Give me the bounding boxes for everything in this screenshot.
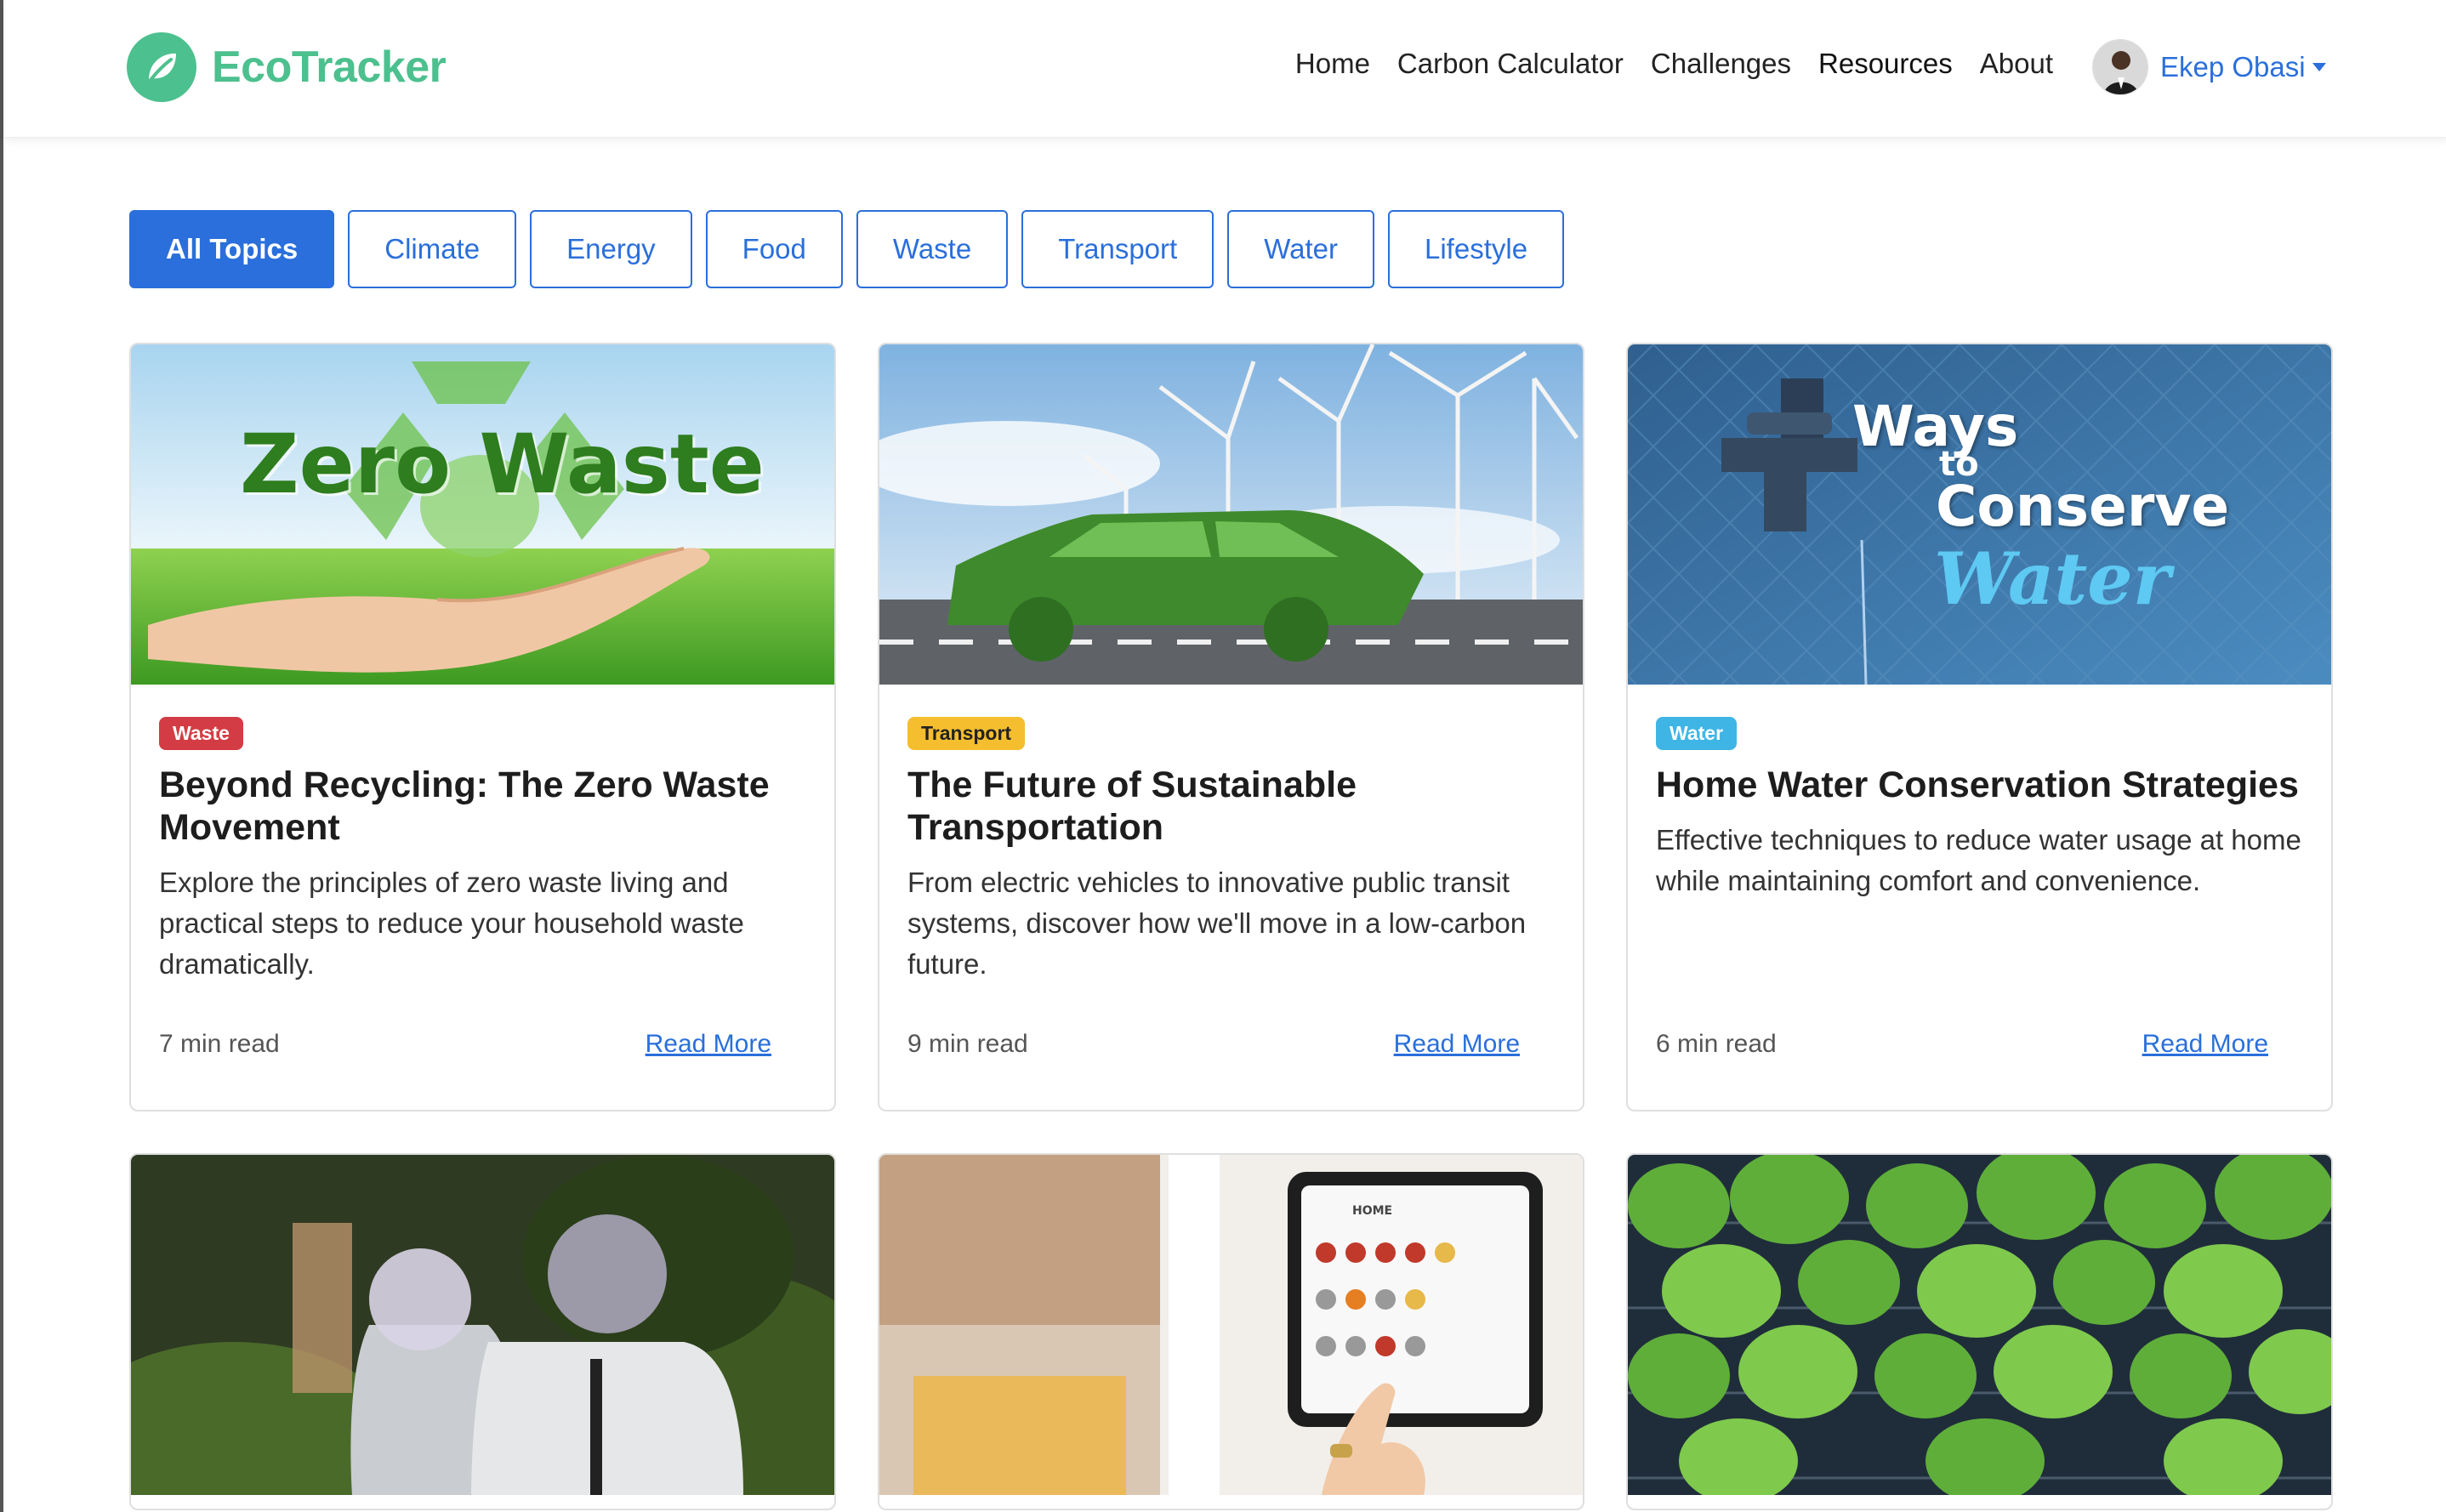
brand-logo-link[interactable]: EcoTracker bbox=[127, 32, 447, 102]
leaf-icon bbox=[127, 32, 196, 102]
article-description: From electric vehicles to innovative pub… bbox=[907, 867, 1527, 980]
read-time: 7 min read bbox=[159, 1030, 280, 1058]
filter-water[interactable]: Water bbox=[1227, 210, 1374, 288]
top-navbar: EcoTracker Home Carbon Calculator Challe… bbox=[3, 0, 2446, 138]
read-more-link[interactable]: Read More bbox=[2142, 1030, 2268, 1059]
article-card-zero-waste: Zero Waste Waste Beyond Recycling: The Z… bbox=[129, 343, 836, 1111]
card-footer: 6 min read Read More bbox=[1656, 1030, 2268, 1059]
green-car-wind-turbines-image bbox=[879, 344, 1583, 685]
water-tap-image: Ways to Conserve Water bbox=[1628, 344, 2331, 685]
user-name: Ekep Obasi bbox=[2160, 51, 2306, 82]
card-footer: 9 min read Read More bbox=[907, 1030, 1520, 1059]
zero-waste-image-text: Zero Waste bbox=[240, 417, 765, 512]
nav-challenges[interactable]: Challenges bbox=[1651, 48, 1791, 80]
article-title[interactable]: The Future of Sustainable Transportation bbox=[907, 764, 1555, 849]
vertical-garden-image bbox=[1628, 1155, 2331, 1495]
read-time: 6 min read bbox=[1656, 1030, 1777, 1058]
article-description: Explore the principles of zero waste liv… bbox=[159, 867, 744, 980]
topic-filters: All Topics Climate Energy Food Waste Tra… bbox=[129, 210, 1565, 288]
filter-energy[interactable]: Energy bbox=[530, 210, 692, 288]
nav-resources[interactable]: Resources bbox=[1818, 48, 1953, 80]
filter-waste[interactable]: Waste bbox=[856, 210, 1009, 288]
brand-name: EcoTracker bbox=[212, 43, 447, 92]
avatar bbox=[2092, 39, 2148, 95]
main-nav: Home Carbon Calculator Challenges Resour… bbox=[1295, 48, 2053, 80]
chevron-down-icon bbox=[2312, 63, 2326, 71]
nav-about[interactable]: About bbox=[1980, 48, 2053, 80]
article-title[interactable]: Home Water Conservation Strategies bbox=[1656, 764, 2303, 806]
zero-waste-image: Zero Waste bbox=[131, 344, 834, 685]
card-footer: 7 min read Read More bbox=[159, 1030, 771, 1059]
article-card-water-conservation: Ways to Conserve Water Water Home Water … bbox=[1626, 343, 2333, 1111]
read-more-link[interactable]: Read More bbox=[646, 1030, 771, 1059]
read-more-link[interactable]: Read More bbox=[1394, 1030, 1520, 1059]
filter-climate[interactable]: Climate bbox=[348, 210, 517, 288]
article-card-sustainable-fashion bbox=[129, 1153, 836, 1510]
mannequins-plants-image bbox=[131, 1155, 834, 1495]
article-card-urban-gardening bbox=[1626, 1153, 2333, 1510]
article-card-smart-home: HOME bbox=[878, 1153, 1584, 1510]
nav-carbon-calculator[interactable]: Carbon Calculator bbox=[1397, 48, 1624, 80]
category-badge-transport: Transport bbox=[907, 717, 1026, 750]
tablet-home-label: HOME bbox=[1352, 1204, 1393, 1218]
image-text-water: Water bbox=[1934, 537, 2170, 621]
user-menu[interactable]: Ekep Obasi bbox=[2092, 39, 2326, 95]
smart-home-tablet-image: HOME bbox=[879, 1155, 1583, 1495]
article-title[interactable]: Beyond Recycling: The Zero Waste Movemen… bbox=[159, 764, 806, 849]
article-description: Effective techniques to reduce water usa… bbox=[1656, 824, 2301, 896]
image-text-conserve: Conserve bbox=[1936, 474, 2230, 539]
article-card-transportation: Transport The Future of Sustainable Tran… bbox=[878, 343, 1584, 1111]
read-time: 9 min read bbox=[907, 1030, 1028, 1058]
filter-food[interactable]: Food bbox=[705, 210, 843, 288]
filter-transport[interactable]: Transport bbox=[1021, 210, 1214, 288]
nav-home[interactable]: Home bbox=[1295, 48, 1370, 80]
image-text-ways: Ways bbox=[1852, 394, 2019, 459]
category-badge-waste: Waste bbox=[159, 717, 243, 750]
filter-lifestyle[interactable]: Lifestyle bbox=[1387, 210, 1565, 288]
filter-all-topics[interactable]: All Topics bbox=[129, 210, 335, 288]
category-badge-water: Water bbox=[1656, 717, 1738, 750]
